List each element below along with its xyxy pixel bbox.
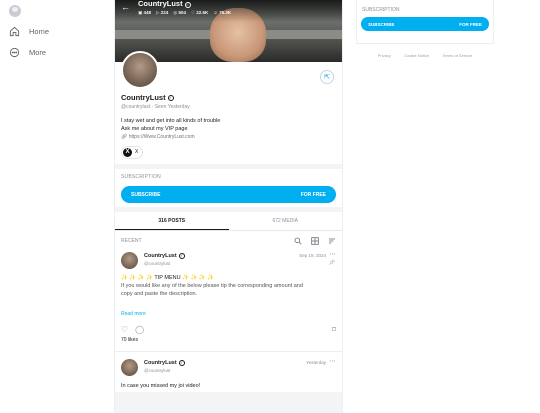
verified-icon: ✓ <box>178 253 185 259</box>
subscription-card: SUBSCRIPTION SUBSCRIBE FOR FREE <box>356 0 494 44</box>
post-author-name[interactable]: CountryLust ✓ <box>144 360 185 366</box>
profile-avatar[interactable] <box>121 51 159 89</box>
post-card: CountryLust ✓ @countrylust Yesterday ⋯ In… <box>121 357 336 390</box>
post-header: CountryLust ✓ @countrylust Sep 19, 2024 ⋯… <box>121 250 336 272</box>
user-avatar[interactable] <box>9 5 21 17</box>
post-date: Sep 19, 2024 <box>299 253 326 258</box>
post-header: CountryLust ✓ @countrylust Yesterday ⋯ <box>121 357 336 379</box>
share-button[interactable]: ⇱ <box>320 70 334 84</box>
verified-icon: ✓ <box>167 94 174 101</box>
grid-view-icon[interactable] <box>311 237 319 245</box>
footer-links: Privacy · Cookie Notice · Terms of Servi… <box>377 53 473 58</box>
post-actions: ♡ ◯ ⌑ <box>121 325 336 334</box>
subscription-heading: SUBSCRIPTION <box>362 7 400 13</box>
link-icon: 🔗︎ <box>121 134 128 140</box>
videos-stat: ▷ 224 <box>156 10 169 15</box>
cover-header: ← CountryLust ✓ ▣ 448 ▷ 224 ◎ 504 ♡ 22.5… <box>121 0 231 16</box>
verified-icon: ✓ <box>178 360 185 366</box>
profile-info: CountryLust ✓ @countrylust · Seen Yesterd… <box>121 93 334 159</box>
comment-icon[interactable]: ◯ <box>135 325 144 334</box>
profile-bio: I stay wet and get into all kinds of tro… <box>121 118 221 132</box>
left-navigation: Home More <box>0 0 114 413</box>
divider <box>115 164 342 169</box>
nav-item-label: Home <box>29 27 50 36</box>
nav-item-home[interactable]: Home <box>9 26 49 37</box>
sort-icon[interactable] <box>328 237 336 245</box>
cookie-notice-link[interactable]: Cookie Notice <box>404 53 429 58</box>
divider <box>115 351 342 352</box>
home-icon <box>9 26 20 37</box>
share-icon: ⇱ <box>324 74 330 81</box>
right-sidebar: SUBSCRIPTION SUBSCRIBE FOR FREE Privacy … <box>356 0 494 58</box>
subscription-heading: SUBSCRIPTION <box>121 174 161 180</box>
post-text: In case you missed my joi video! <box>121 383 201 389</box>
profile-handle-line: @countrylust · Seen Yesterday <box>121 104 190 110</box>
x-social-link[interactable]: X X <box>121 145 144 159</box>
streams-stat: ◎ 504 <box>173 10 186 15</box>
content-tabs: 316 POSTS 672 MEDIA <box>115 213 342 231</box>
avatar[interactable] <box>121 359 138 376</box>
profile-stats: ▣ 448 ▷ 224 ◎ 504 ♡ 22.5K ☺ 75.3K <box>138 10 231 16</box>
feed-section-label: RECENT <box>121 238 142 244</box>
post-author-handle: @countrylust <box>144 368 171 373</box>
likes-stat: ♡ 22.5K <box>190 10 209 15</box>
divider <box>115 207 342 212</box>
feed-bottom-space <box>115 392 342 413</box>
search-icon[interactable] <box>294 237 302 245</box>
bookmark-icon[interactable]: ⌑ <box>332 325 336 334</box>
nav-item-label: More <box>29 48 47 57</box>
profile-name: CountryLust ✓ <box>121 93 174 102</box>
terms-link[interactable]: Terms of Service <box>442 53 472 58</box>
nav-item-more[interactable]: More <box>9 47 46 58</box>
feed-toolbar: RECENT <box>121 236 336 246</box>
more-options-icon[interactable]: ⋯ <box>329 250 336 258</box>
likes-count: 70 likes <box>121 337 138 343</box>
more-options-icon[interactable]: ⋯ <box>329 357 336 365</box>
subscribe-button[interactable]: SUBSCRIBE FOR FREE <box>121 186 336 203</box>
post-author-name[interactable]: CountryLust ✓ <box>144 253 185 259</box>
subscribe-button[interactable]: SUBSCRIBE FOR FREE <box>361 17 489 31</box>
pin-icon: 📌︎ <box>328 260 335 266</box>
avatar[interactable] <box>121 252 138 269</box>
post-card: CountryLust ✓ @countrylust Sep 19, 2024 ⋯… <box>121 250 336 343</box>
tab-posts[interactable]: 316 POSTS <box>115 213 229 230</box>
profile-link[interactable]: 🔗︎ https://Www.CountryLust.com <box>121 134 334 140</box>
post-author-handle: @countrylust <box>144 261 171 266</box>
fans-stat: ☺ 75.3K <box>213 10 232 15</box>
more-icon <box>9 47 20 58</box>
photos-stat: ▣ 448 <box>138 10 152 15</box>
post-text: ✨ ✨ ✨ ✨ TIP MENU ✨ ✨ ✨ ✨ If you would li… <box>121 275 303 297</box>
privacy-link[interactable]: Privacy <box>378 53 391 58</box>
post-date: Yesterday <box>306 360 326 365</box>
x-icon: X <box>123 147 132 157</box>
like-icon[interactable]: ♡ <box>121 325 128 334</box>
profile-column: ← CountryLust ✓ ▣ 448 ▷ 224 ◎ 504 ♡ 22.5… <box>114 0 343 413</box>
back-arrow-icon[interactable]: ← <box>121 1 130 13</box>
read-more-link[interactable]: Read more <box>121 311 336 317</box>
verified-icon: ✓ <box>184 2 191 8</box>
cover-profile-name: CountryLust ✓ <box>138 0 191 8</box>
tab-media[interactable]: 672 MEDIA <box>229 213 343 230</box>
